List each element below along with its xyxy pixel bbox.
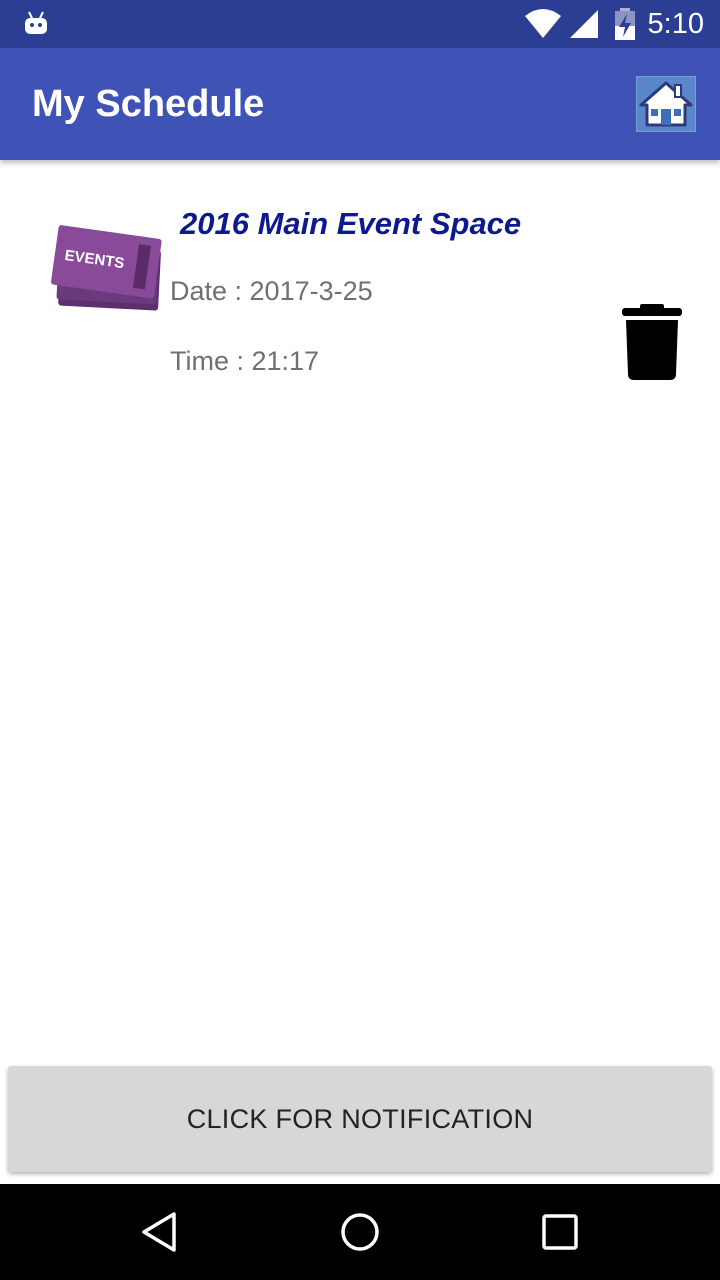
home-button[interactable] — [636, 76, 696, 132]
wifi-icon — [525, 9, 561, 38]
status-bar: 5:10 — [0, 0, 720, 48]
navigation-bar — [0, 1184, 720, 1280]
android-icon — [25, 11, 47, 34]
status-time: 5:10 — [647, 8, 704, 40]
back-icon[interactable] — [138, 1210, 182, 1254]
cell-signal-icon — [570, 10, 598, 38]
app-bar: My Schedule — [0, 48, 720, 160]
event-date: Date : 2017-3-25 — [170, 276, 373, 306]
delete-button[interactable] — [618, 300, 686, 384]
battery-charging-icon — [615, 8, 635, 40]
home-icon — [639, 81, 693, 127]
list-item[interactable]: EVENTS 2016 Main Event Space Date : 2017… — [0, 180, 720, 400]
page-title: My Schedule — [32, 83, 265, 125]
home-circle-icon[interactable] — [338, 1210, 382, 1254]
event-time: Time : 21:17 — [170, 346, 320, 376]
trash-icon — [622, 304, 682, 380]
recents-icon[interactable] — [538, 1210, 582, 1254]
event-title: 2016 Main Event Space — [180, 206, 522, 241]
events-ticket-icon: EVENTS — [51, 225, 162, 311]
click-for-notification-button[interactable]: CLICK FOR NOTIFICATION — [8, 1066, 712, 1172]
